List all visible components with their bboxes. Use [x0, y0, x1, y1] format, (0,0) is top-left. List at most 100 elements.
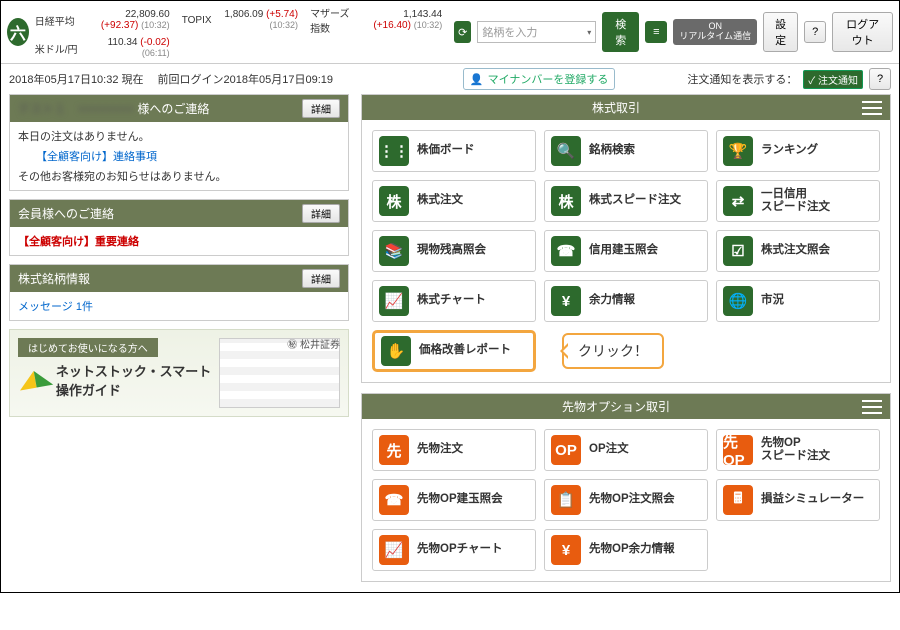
tile-icon: 🌐 — [723, 286, 753, 316]
symbol-search-input[interactable]: 銘柄を入力 — [477, 21, 596, 43]
menu-tile[interactable]: OP OP注文 — [544, 429, 708, 471]
tile-label: 株式スピード注文 — [589, 194, 681, 207]
tile-label: 損益シミュレーター — [761, 493, 864, 506]
tile-icon: ¥ — [551, 286, 581, 316]
tile-icon: ⇄ — [723, 186, 753, 216]
menu-tile[interactable]: 先OP 先物OP スピード注文 — [716, 429, 880, 471]
detail-button[interactable]: 詳細 — [302, 204, 340, 223]
settings-button[interactable]: 設定 — [763, 12, 798, 52]
menu-tile[interactable]: 📋 先物OP注文照会 — [544, 479, 708, 521]
last-login: 前回ログイン2018年05月17日09:19 — [158, 71, 333, 87]
tile-label: 銘柄検索 — [589, 144, 635, 157]
logout-button[interactable]: ログアウト — [832, 12, 893, 52]
notice-line: 本日の注文はありません。 — [18, 128, 340, 144]
stock-info-panel: 株式銘柄情報 詳細 メッセージ 1件 — [9, 264, 349, 321]
logo: 六 — [7, 18, 29, 46]
tile-label: 一日信用 スピード注文 — [761, 188, 830, 214]
tile-icon: 先OP — [723, 435, 753, 465]
guide-banner[interactable]: はじめてお使いになる方へ ◢◣ ネットストック・スマート 操作ガイド ㊙ 松井証… — [9, 329, 349, 417]
all-customer-notice-link[interactable]: 【全顧客向け】連絡事項 — [36, 148, 340, 164]
menu-tile[interactable]: ☑ 株式注文照会 — [716, 230, 880, 272]
tile-icon: 📚 — [379, 236, 409, 266]
ticker-value: 1,806.09 (+5.74) (10:32) — [224, 9, 299, 31]
ticker-value: 1,143.44 (+16.40) (10:32) — [368, 9, 443, 31]
menu-tile[interactable]: 🔍 銘柄検索 — [544, 130, 708, 172]
stock-trading-panel: 株式取引 ⋮⋮ 株価ボード🔍 銘柄検索🏆 ランキング株 株式注文株 株式スピード… — [361, 94, 891, 383]
tile-label: 株式注文 — [417, 194, 463, 207]
banner-header: はじめてお使いになる方へ — [18, 338, 158, 357]
tile-icon: ☑ — [723, 236, 753, 266]
tile-label: 株式注文照会 — [761, 244, 830, 257]
tile-icon: 先 — [379, 435, 409, 465]
tile-label: OP注文 — [589, 443, 629, 456]
menu-tile[interactable]: 株 株式スピード注文 — [544, 180, 708, 222]
important-notice-link[interactable]: 【全顧客向け】重要連絡 — [18, 233, 340, 249]
ticker-value: 22,809.60 (+92.37) (10:32) — [90, 9, 170, 31]
tile-label: 先物OP スピード注文 — [761, 437, 830, 463]
menu-tile[interactable]: ☎ 先物OP建玉照会 — [372, 479, 536, 521]
menu-tile[interactable]: ¥ 先物OP余力情報 — [544, 529, 708, 571]
tile-icon: ⋮⋮ — [379, 136, 409, 166]
detail-button[interactable]: 詳細 — [302, 269, 340, 288]
tile-label: 市況 — [761, 294, 784, 307]
menu-tile[interactable]: 🏆 ランキング — [716, 130, 880, 172]
notice-line: その他お客様宛のお知らせはありません。 — [18, 168, 340, 184]
ticker-value: 110.34 (-0.02) (06:11) — [90, 37, 170, 59]
tile-label: 先物注文 — [417, 443, 463, 456]
menu-tile[interactable]: ☎ 信用建玉照会 — [544, 230, 708, 272]
tile-label: 先物OP建玉照会 — [417, 493, 503, 506]
tile-icon: 株 — [551, 186, 581, 216]
help-button-2[interactable]: ? — [869, 68, 891, 90]
top-bar: 六 日経平均 22,809.60 (+92.37) (10:32)TOPIX 1… — [1, 1, 899, 64]
tile-label: 株価ボード — [417, 144, 475, 157]
menu-icon[interactable] — [862, 101, 882, 115]
menu-tile[interactable]: 🌐 市況 — [716, 280, 880, 322]
tile-icon: 🔍 — [551, 136, 581, 166]
menu-tile[interactable]: 🖩 損益シミュレーター — [716, 479, 880, 521]
tile-label: 余力情報 — [589, 294, 635, 307]
tile-label: 先物OPチャート — [417, 543, 503, 556]
tile-icon: 📋 — [551, 485, 581, 515]
person-icon: 👤 — [470, 73, 484, 86]
menu-tile[interactable]: 📈 先物OPチャート — [372, 529, 536, 571]
help-button[interactable]: ? — [804, 21, 826, 43]
menu-icon[interactable] — [862, 400, 882, 414]
company-mark: ㊙ 松井証券 — [287, 336, 340, 351]
menu-tile[interactable]: 📈 株式チャート — [372, 280, 536, 322]
detail-button[interactable]: 詳細 — [302, 99, 340, 118]
banner-title: ネットストック・スマート 操作ガイド — [56, 361, 211, 399]
ticker-name: 日経平均 — [35, 13, 78, 28]
menu-tile[interactable]: 📚 現物残高照会 — [372, 230, 536, 272]
tile-icon: ✋ — [381, 336, 411, 366]
tile-icon: ☎ — [551, 236, 581, 266]
menu-tile[interactable]: ✋ 価格改善レポート — [372, 330, 536, 372]
personal-notice-panel: テスト１ ×××××××× 様へのご連絡 詳細 本日の注文はありません。 【全顧… — [9, 94, 349, 191]
realtime-toggle[interactable]: ON リアルタイム通信 — [673, 19, 757, 45]
ticker-name: マザーズ指数 — [310, 5, 356, 35]
tile-label: 信用建玉照会 — [589, 244, 658, 257]
tile-icon: 📈 — [379, 535, 409, 565]
click-callout: クリック！ — [562, 333, 664, 369]
search-button[interactable]: 検索 — [602, 12, 639, 52]
futures-option-panel: 先物オプション取引 先 先物注文OP OP注文先OP 先物OP スピード注文☎ … — [361, 393, 891, 582]
refresh-button[interactable]: ⟳ — [454, 21, 471, 43]
ticker-name: 米ドル/円 — [35, 41, 78, 56]
mynumber-register-link[interactable]: 👤 マイナンバーを登録する — [463, 68, 615, 90]
menu-tile[interactable]: 株 株式注文 — [372, 180, 536, 222]
tile-label: 先物OP余力情報 — [589, 543, 675, 556]
menu-tile[interactable]: 先 先物注文 — [372, 429, 536, 471]
tile-icon: 📈 — [379, 286, 409, 316]
tile-icon: ☎ — [379, 485, 409, 515]
menu-tile[interactable]: ⇄ 一日信用 スピード注文 — [716, 180, 880, 222]
tile-icon: 株 — [379, 186, 409, 216]
menu-tile[interactable]: ¥ 余力情報 — [544, 280, 708, 322]
messages-link[interactable]: メッセージ 1件 — [18, 298, 340, 314]
status-row: 2018年05月17日10:32 現在 前回ログイン2018年05月17日09:… — [1, 64, 899, 94]
beginner-leaf-icon: ◢◣ — [16, 362, 54, 393]
list-button[interactable]: ≡ — [645, 21, 667, 43]
current-time: 2018年05月17日10:32 現在 — [9, 71, 144, 87]
order-notice-checkbox[interactable]: ✓ 注文通知 — [803, 70, 863, 89]
tile-icon: 🏆 — [723, 136, 753, 166]
tile-label: 先物OP注文照会 — [589, 493, 675, 506]
menu-tile[interactable]: ⋮⋮ 株価ボード — [372, 130, 536, 172]
